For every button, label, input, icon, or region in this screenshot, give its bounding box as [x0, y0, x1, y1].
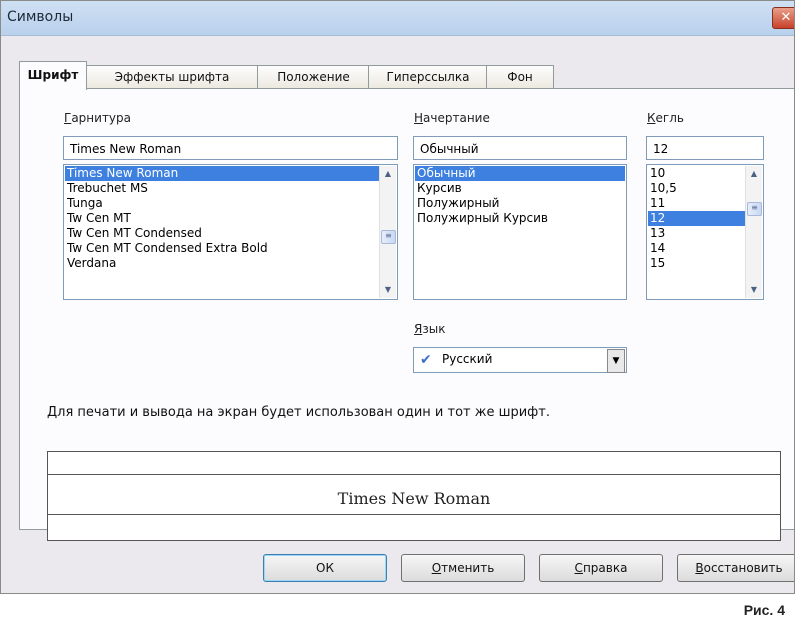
font-preview: Times New Roman	[47, 451, 781, 541]
character-dialog: Символы ✕ Шрифт Эффекты шрифта Положение…	[0, 0, 795, 594]
scroll-down-icon[interactable]: ▼	[380, 282, 396, 298]
font-family-label: Гарнитура	[64, 111, 132, 125]
font-family-input[interactable]: Times New Roman	[63, 136, 398, 160]
list-item[interactable]: 10,5	[648, 181, 745, 196]
font-family-list[interactable]: Times New Roman Trebuchet MS Tunga Tw Cen M…	[63, 164, 398, 300]
list-item[interactable]: Курсив	[415, 181, 625, 196]
font-family-scrollbar[interactable]: ▲ ≡ ▼	[379, 166, 396, 298]
list-item[interactable]: Tunga	[65, 196, 379, 211]
cancel-button[interactable]: Отменить	[401, 554, 525, 582]
list-item[interactable]: Обычный	[415, 166, 625, 181]
chevron-down-icon[interactable]: ▼	[607, 349, 625, 373]
list-item[interactable]: 13	[648, 226, 745, 241]
help-button[interactable]: Справка	[539, 554, 663, 582]
tab-font[interactable]: Шрифт	[19, 61, 87, 90]
font-style-label: Начертание	[414, 111, 490, 125]
tab-background[interactable]: Фон	[486, 65, 554, 88]
list-item[interactable]: Tw Cen MT Condensed Extra Bold	[65, 241, 379, 256]
language-label: Язык	[414, 322, 446, 336]
preview-guide-line	[48, 474, 780, 475]
list-item[interactable]: Полужирный Курсив	[415, 211, 625, 226]
preview-baseline	[48, 514, 780, 515]
font-size-input[interactable]: 12	[646, 136, 764, 160]
language-value: Русский	[442, 352, 493, 366]
preview-text: Times New Roman	[337, 489, 491, 508]
dialog-title: Символы	[7, 9, 74, 25]
scroll-down-icon[interactable]: ▼	[746, 282, 762, 298]
title-bar[interactable]: Символы ✕	[1, 1, 794, 36]
ok-button[interactable]: ОК	[263, 554, 387, 582]
font-style-list[interactable]: Обычный Курсив Полужирный Полужирный Курсив	[413, 164, 627, 300]
list-item[interactable]: Tw Cen MT	[65, 211, 379, 226]
font-info-text: Для печати и вывода на экран будет испол…	[47, 405, 551, 420]
scroll-up-icon[interactable]: ▲	[380, 166, 396, 182]
font-size-label: Кегль	[647, 111, 684, 125]
tab-hyperlink[interactable]: Гиперссылка	[368, 65, 488, 88]
list-item[interactable]: Times New Roman	[65, 166, 379, 181]
tab-font-effects[interactable]: Эффекты шрифта	[85, 65, 259, 88]
tab-position[interactable]: Положение	[257, 65, 370, 88]
close-button[interactable]: ✕	[772, 7, 794, 29]
figure-caption: Рис. 4	[743, 602, 785, 618]
font-style-input[interactable]: Обычный	[413, 136, 627, 160]
language-select[interactable]: ✔ Русский ▼	[413, 347, 627, 373]
list-item[interactable]: 12	[648, 211, 745, 226]
list-item[interactable]: 15	[648, 256, 745, 271]
list-item[interactable]: Tw Cen MT Condensed	[65, 226, 379, 241]
close-icon: ✕	[780, 10, 792, 25]
list-item[interactable]: 14	[648, 241, 745, 256]
font-size-scrollbar[interactable]: ▲ ≡ ▼	[745, 166, 762, 298]
reset-button[interactable]: Восстановить	[677, 554, 794, 582]
list-item[interactable]: Trebuchet MS	[65, 181, 379, 196]
list-item[interactable]: Verdana	[65, 256, 379, 271]
list-item[interactable]: 11	[648, 196, 745, 211]
list-item[interactable]: Полужирный	[415, 196, 625, 211]
list-item[interactable]: 10	[648, 166, 745, 181]
scroll-thumb[interactable]: ≡	[747, 202, 762, 216]
font-size-list[interactable]: 10 10,5 11 12 13 14 15 ▲ ≡ ▼	[646, 164, 764, 300]
spellcheck-icon: ✔	[420, 352, 432, 368]
scroll-up-icon[interactable]: ▲	[746, 166, 762, 182]
scroll-thumb[interactable]: ≡	[381, 230, 396, 244]
